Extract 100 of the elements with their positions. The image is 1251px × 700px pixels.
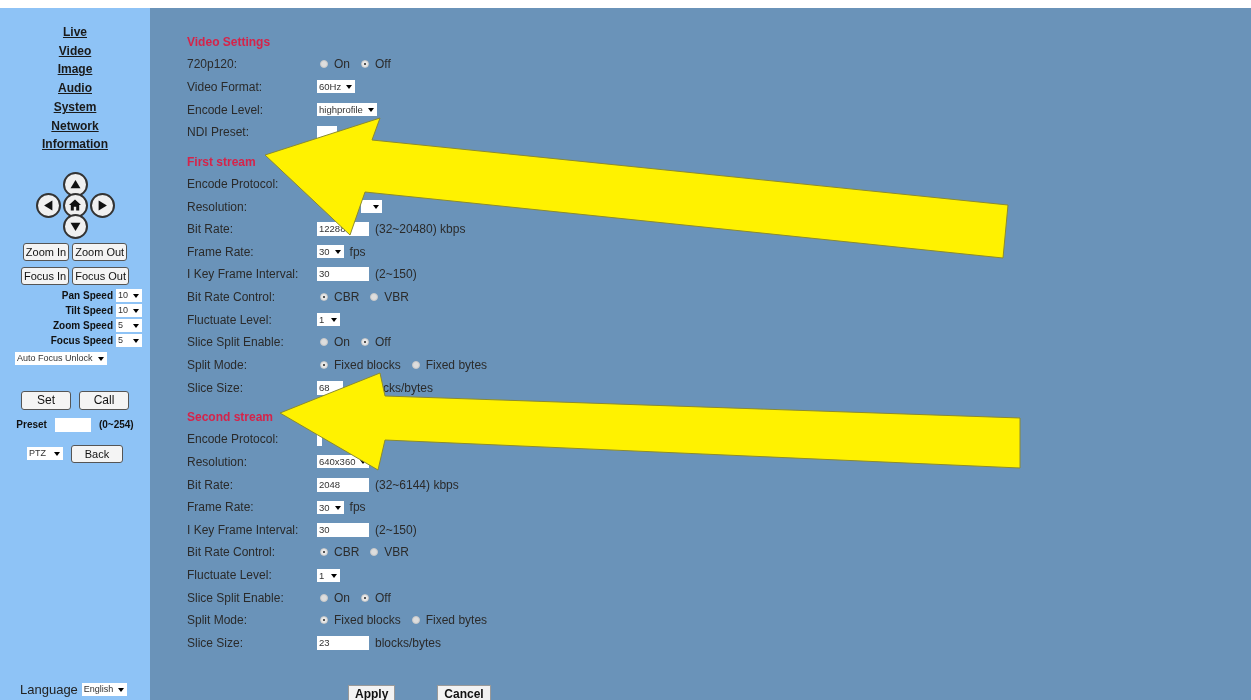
unit-label: blocks/bytes [375, 636, 442, 651]
nav-link[interactable]: Network [51, 116, 99, 136]
radio-option[interactable]: Off [361, 335, 391, 350]
focus-button[interactable]: Focus Out [72, 266, 129, 285]
preset-button[interactable]: Call [79, 390, 129, 410]
zoom-button[interactable]: Zoom Out [72, 242, 128, 261]
nav-link[interactable]: Video [58, 41, 92, 61]
radio-option[interactable]: On [320, 335, 350, 350]
nav-link[interactable]: Image [57, 60, 93, 80]
unit-label: (32~6144) kbps [375, 477, 459, 492]
field-label: Frame Rate: [187, 500, 255, 515]
field-label: Bit Rate Control: [187, 545, 277, 560]
radio-option[interactable]: Fixed bytes [411, 613, 488, 628]
radio-option[interactable]: Off [361, 57, 391, 72]
mode-select[interactable]: PTZ [27, 447, 63, 461]
preset-label: Preset [16, 419, 47, 431]
input-field[interactable]: 30 [317, 522, 369, 537]
caret-icon [331, 573, 337, 578]
caret-icon [331, 318, 337, 323]
speed-select[interactable]: 5 [116, 318, 142, 332]
speed-label: Tilt Speed [65, 304, 113, 316]
dropdown[interactable] [361, 200, 382, 213]
preset-button[interactable]: Set [21, 390, 71, 410]
radio-option[interactable]: On [320, 57, 350, 72]
nav-link[interactable]: Information [42, 135, 108, 154]
section-title: Second stream [187, 408, 275, 426]
unit-label: fps [349, 500, 366, 515]
dropdown[interactable]: 1 [317, 568, 340, 582]
speed-label: Zoom Speed [53, 319, 113, 331]
preset-field[interactable] [54, 417, 91, 432]
caret-icon [54, 452, 60, 457]
field-label: Slice Size: [187, 380, 245, 395]
action-button[interactable]: Cancel [437, 685, 491, 700]
field-label: Encode Protocol: [187, 176, 280, 191]
field-label: Fluctuate Level: [187, 568, 273, 583]
preset-range: (0~254) [98, 419, 134, 431]
field-label: Slice Split Enable: [187, 590, 285, 605]
home-icon[interactable] [62, 192, 88, 218]
focus-button[interactable]: Focus In [21, 266, 70, 285]
radio-option[interactable]: VBR [370, 290, 410, 305]
field-label: Split Mode: [187, 358, 249, 372]
field-label: Bit Rate: [187, 477, 235, 492]
caret-icon [334, 250, 341, 255]
field-label: I Key Frame Interval: [187, 267, 300, 282]
back-button[interactable]: Back [71, 444, 123, 463]
field-label: Frame Rate: [187, 244, 255, 259]
caret-icon [97, 356, 104, 361]
radio-option[interactable]: VBR [370, 545, 410, 560]
field-label: Video Format: [187, 79, 264, 94]
field-label: I Key Frame Interval: [187, 522, 300, 537]
input-field[interactable]: 30 [317, 267, 369, 282]
speed-label: Pan Speed [61, 289, 113, 301]
caret-icon [133, 323, 139, 328]
speed-select[interactable]: 10 [116, 288, 142, 302]
field-label: Split Mode: [187, 613, 249, 628]
field-label: 720p120: [187, 57, 239, 72]
focus-mode-select[interactable]: Auto Focus Unlock [15, 351, 107, 365]
radio-option[interactable]: Fixed bytes [411, 358, 488, 372]
field-label: Bit Rate Control: [187, 290, 277, 305]
radio-option[interactable]: CBR [320, 290, 360, 305]
caret-icon [334, 505, 341, 510]
radio-option[interactable]: Fixed blocks [320, 613, 401, 628]
speed-select[interactable]: 5 [116, 333, 142, 347]
caret-icon [346, 85, 353, 90]
nav-link[interactable]: Live [63, 23, 87, 42]
input-field[interactable]: 2048 [317, 477, 369, 492]
field-label: Slice Split Enable: [187, 335, 285, 350]
language-select[interactable]: English [81, 683, 128, 696]
input-field[interactable]: 23 [317, 636, 369, 651]
unit-label: fps [349, 244, 366, 259]
field-label: Resolution: [187, 454, 249, 469]
section-title: Video Settings [187, 34, 272, 51]
unit-label: (32~20480) kbps [375, 222, 466, 237]
caret-icon [133, 308, 139, 313]
dropdown[interactable]: 1 [317, 313, 340, 327]
field-label: Fluctuate Level: [187, 312, 273, 327]
radio-option[interactable]: CBR [320, 545, 360, 560]
dropdown[interactable]: 60Hz [317, 80, 356, 94]
field-label: NDI Preset: [187, 125, 250, 140]
unit-label: (2~150) [375, 522, 417, 537]
unit-label: cks/bytes [383, 380, 433, 395]
radio-option[interactable]: On [320, 590, 350, 605]
caret-icon [133, 338, 139, 343]
dropdown[interactable]: 30 [317, 245, 344, 259]
action-button[interactable]: Apply [348, 685, 396, 700]
zoom-button[interactable]: Zoom In [22, 242, 70, 261]
dropdown[interactable]: highprofile [317, 103, 377, 117]
speed-label: Focus Speed [50, 334, 113, 346]
field-label: Slice Size: [187, 636, 245, 651]
language-label: Language [20, 682, 78, 697]
caret-icon [118, 688, 125, 692]
nav-link[interactable]: System [53, 97, 97, 117]
radio-option[interactable]: Fixed blocks [320, 358, 401, 372]
field-label: Encode Protocol: [187, 432, 280, 447]
speed-select[interactable]: 10 [116, 303, 142, 317]
nav-link[interactable]: Audio [58, 79, 92, 98]
field-label: Encode Level: [187, 102, 265, 117]
dropdown[interactable]: 30 [317, 500, 344, 514]
radio-option[interactable]: Off [361, 590, 391, 605]
caret-icon [373, 205, 379, 209]
